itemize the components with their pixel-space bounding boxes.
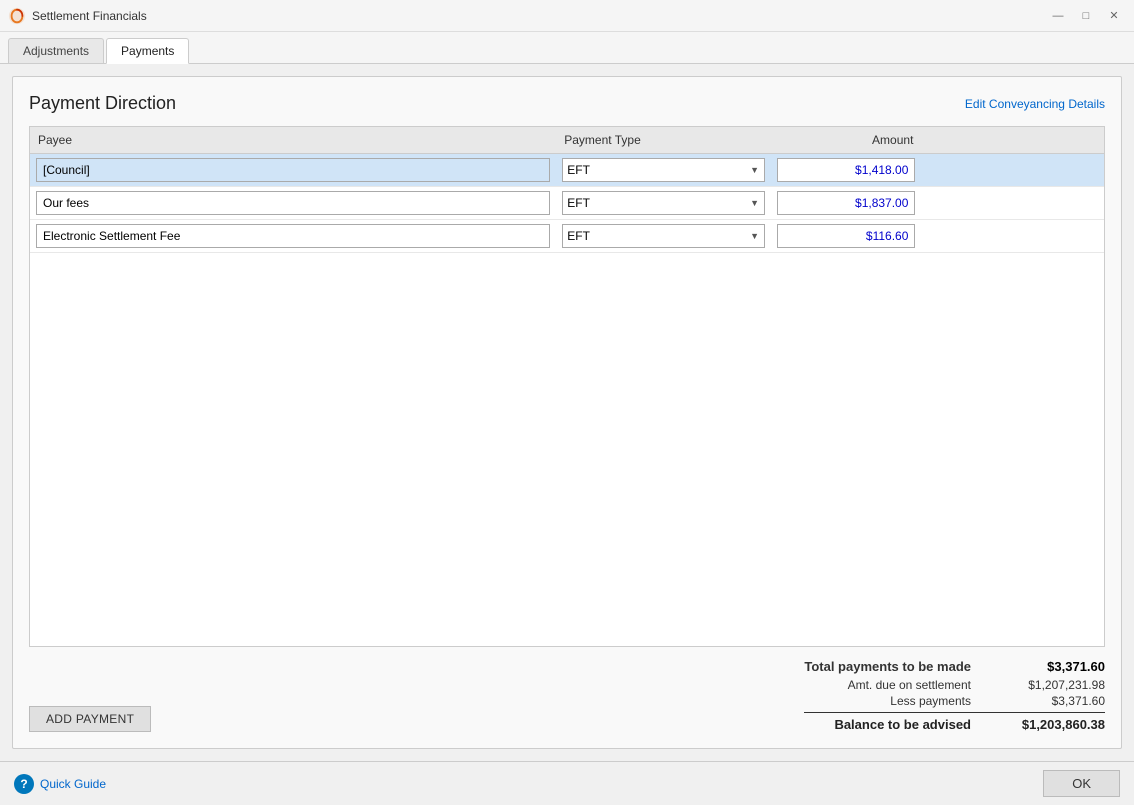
payment-panel: Payment Direction Edit Conveyancing Deta…	[12, 76, 1122, 749]
panel-header: Payment Direction Edit Conveyancing Deta…	[29, 93, 1105, 114]
less-payments-row: Less payments $3,371.60	[804, 694, 1105, 708]
table-row: EFTChequeBPAYCash	[30, 154, 1104, 187]
balance-label: Balance to be advised	[834, 717, 971, 732]
add-payment-button[interactable]: ADD PAYMENT	[29, 706, 151, 732]
extra-col-2	[1007, 127, 1104, 154]
quick-guide-label: Quick Guide	[40, 777, 106, 791]
quick-guide-icon: ?	[14, 774, 34, 794]
maximize-button[interactable]: □	[1074, 5, 1098, 27]
bottom-section: ADD PAYMENT Total payments to be made $3…	[29, 659, 1105, 732]
payments-table-wrapper: Payee Payment Type Amount EFTChequeBPAYC…	[29, 126, 1105, 647]
payment-type-column-header: Payment Type	[556, 127, 771, 154]
divider	[804, 712, 1105, 713]
panel-title: Payment Direction	[29, 93, 176, 114]
row-extra-col-2	[1007, 220, 1104, 253]
edit-conveyancing-link[interactable]: Edit Conveyancing Details	[965, 97, 1105, 111]
less-payments-label: Less payments	[890, 694, 971, 708]
row-extra-col-1	[921, 220, 1007, 253]
payee-column-header: Payee	[30, 127, 556, 154]
row-extra-col-2	[1007, 154, 1104, 187]
extra-col-1	[921, 127, 1007, 154]
tab-payments[interactable]: Payments	[106, 38, 189, 64]
amount-input[interactable]	[777, 191, 915, 215]
payment-type-select-wrapper: EFTChequeBPAYCash	[562, 224, 765, 248]
payment-type-select-wrapper: EFTChequeBPAYCash	[562, 158, 765, 182]
quick-guide-link[interactable]: ? Quick Guide	[14, 774, 106, 794]
payee-input[interactable]	[36, 191, 550, 215]
ok-button[interactable]: OK	[1043, 770, 1120, 797]
payment-type-select[interactable]: EFTChequeBPAYCash	[562, 191, 765, 215]
row-extra-col-2	[1007, 187, 1104, 220]
minimize-button[interactable]: —	[1046, 5, 1070, 27]
footer: ? Quick Guide OK	[0, 761, 1134, 805]
total-payments-value: $3,371.60	[995, 659, 1105, 674]
payee-input[interactable]	[36, 158, 550, 182]
amount-column-header: Amount	[771, 127, 921, 154]
table-row: EFTChequeBPAYCash	[30, 187, 1104, 220]
table-header-row: Payee Payment Type Amount	[30, 127, 1104, 154]
app-logo-icon	[8, 7, 26, 25]
total-payments-row: Total payments to be made $3,371.60	[804, 659, 1105, 674]
amt-due-row: Amt. due on settlement $1,207,231.98	[804, 678, 1105, 692]
amount-input[interactable]	[777, 158, 915, 182]
row-extra-col-1	[921, 154, 1007, 187]
row-extra-col-1	[921, 187, 1007, 220]
tab-bar: Adjustments Payments	[0, 32, 1134, 64]
balance-value: $1,203,860.38	[995, 717, 1105, 732]
window-controls: — □ ✕	[1046, 5, 1126, 27]
window-title: Settlement Financials	[32, 9, 1040, 23]
balance-row: Balance to be advised $1,203,860.38	[804, 717, 1105, 732]
amt-due-value: $1,207,231.98	[995, 678, 1105, 692]
less-payments-value: $3,371.60	[995, 694, 1105, 708]
total-payments-label: Total payments to be made	[804, 659, 971, 674]
table-row: EFTChequeBPAYCash	[30, 220, 1104, 253]
amount-input[interactable]	[777, 224, 915, 248]
payment-type-select[interactable]: EFTChequeBPAYCash	[562, 224, 765, 248]
totals-section: Total payments to be made $3,371.60 Amt.…	[804, 659, 1105, 732]
payment-type-select[interactable]: EFTChequeBPAYCash	[562, 158, 765, 182]
payments-table: Payee Payment Type Amount EFTChequeBPAYC…	[30, 127, 1104, 253]
close-button[interactable]: ✕	[1102, 5, 1126, 27]
payment-type-select-wrapper: EFTChequeBPAYCash	[562, 191, 765, 215]
main-content: Payment Direction Edit Conveyancing Deta…	[0, 64, 1134, 761]
tab-adjustments[interactable]: Adjustments	[8, 38, 104, 63]
title-bar: Settlement Financials — □ ✕	[0, 0, 1134, 32]
payee-input[interactable]	[36, 224, 550, 248]
amt-due-label: Amt. due on settlement	[848, 678, 971, 692]
